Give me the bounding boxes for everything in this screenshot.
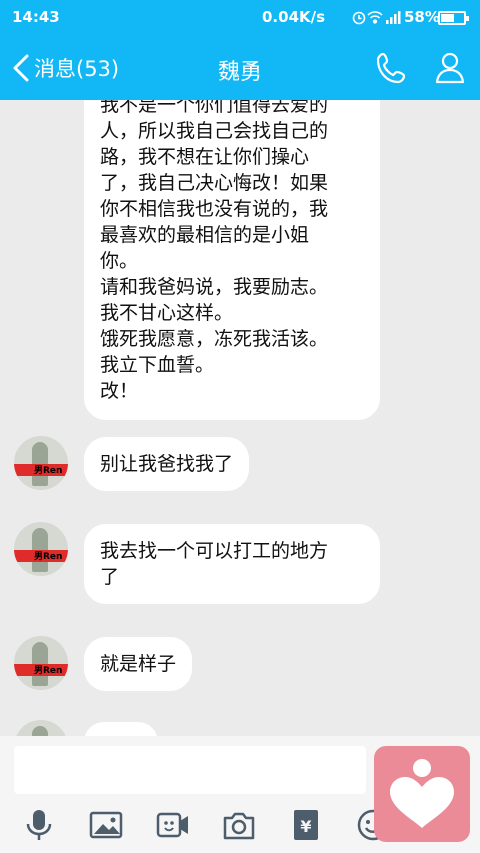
avatar-band: 男Ren: [14, 550, 68, 562]
red-packet-icon[interactable]: ¥: [289, 808, 323, 842]
nav-bar: 消息(53) 魏勇: [0, 34, 480, 100]
svg-text:¥: ¥: [300, 817, 311, 836]
sticker-button[interactable]: [374, 746, 470, 842]
message-bubble[interactable]: 就是样子: [84, 637, 193, 691]
microphone-icon[interactable]: [22, 808, 56, 842]
network-speed: 0.04K/s: [262, 8, 326, 26]
avatar-band: 男Ren: [14, 464, 68, 476]
avatar[interactable]: 男Ren: [14, 720, 68, 736]
battery-icon: [438, 11, 469, 25]
camera-icon[interactable]: [222, 808, 256, 842]
phone-icon[interactable]: [374, 50, 410, 86]
message-bubble[interactable]: 我去找一个可以打工的地方 了: [84, 524, 380, 604]
video-icon[interactable]: [156, 808, 190, 842]
message-bubble[interactable]: 别让我爸找我了: [84, 437, 250, 491]
avatar-label: 男Ren: [34, 666, 63, 676]
avatar-label: 男Ren: [34, 466, 63, 476]
message-input[interactable]: [14, 746, 366, 794]
battery-fill: [441, 14, 454, 22]
status-time: 14:43: [12, 8, 60, 26]
image-icon[interactable]: [89, 808, 123, 842]
status-icons: [352, 11, 401, 25]
battery-percent: 58%: [404, 8, 440, 26]
avatar[interactable]: 男Ren: [14, 436, 68, 490]
status-bar: 14:43 0.04K/s 58%: [0, 0, 480, 34]
wifi-icon: [367, 11, 383, 24]
profile-icon[interactable]: [432, 50, 468, 86]
alarm-icon: [352, 11, 366, 25]
signal-icon: [386, 11, 401, 24]
chat-area[interactable]: 我不是一个你们值得去爱的 人，所以我自己会找自己的 路，我不想在让你们操心 了，…: [0, 100, 480, 736]
avatar-figure: [32, 726, 48, 736]
avatar-band: 男Ren: [14, 664, 68, 676]
avatar-label: 男Ren: [34, 552, 63, 562]
message-bubble[interactable]: 我不是一个你们值得去爱的 人，所以我自己会找自己的 路，我不想在让你们操心 了，…: [84, 100, 380, 420]
heart-person-icon: [390, 759, 454, 828]
avatar[interactable]: 男Ren: [14, 522, 68, 576]
avatar[interactable]: 男Ren: [14, 636, 68, 690]
message-bubble[interactable]: [84, 722, 158, 736]
